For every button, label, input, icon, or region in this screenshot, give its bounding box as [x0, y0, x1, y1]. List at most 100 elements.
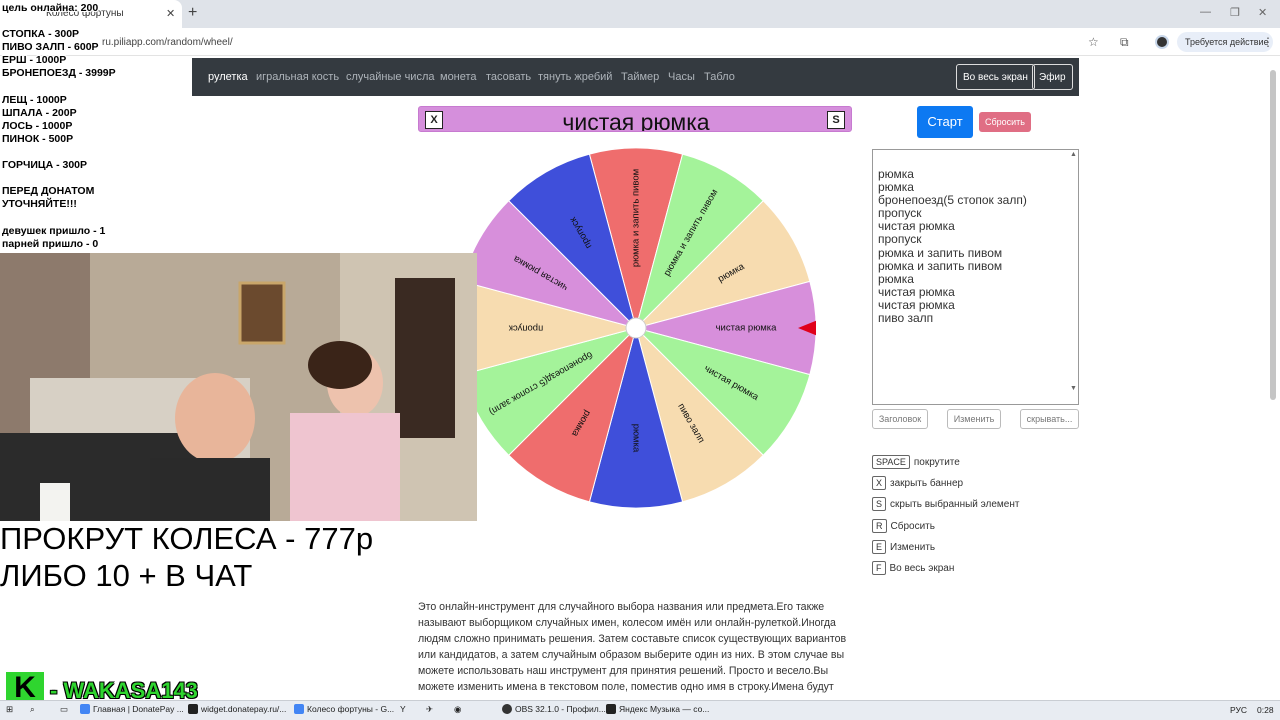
shortcut-row: F Во весь экран — [872, 561, 954, 577]
close-tab-icon[interactable]: ✕ — [166, 7, 175, 20]
reset-button[interactable]: Сбросить — [979, 112, 1031, 132]
name-entry: пропуск — [878, 232, 922, 247]
site-navbar: рулетка игральная кость случайные числа … — [192, 58, 1079, 96]
action-required-button[interactable]: Требуется действие — [1177, 32, 1273, 52]
close-banner-button[interactable]: X — [425, 111, 443, 129]
nav-item-coin[interactable]: монета — [440, 71, 477, 83]
shortcut-label: Во весь экран — [889, 563, 955, 574]
shortcut-row: R Сбросить — [872, 519, 935, 535]
url-text[interactable]: ru.piliapp.com/random/wheel/ — [102, 37, 233, 48]
shortcut-row: Xзакрыть баннер — [872, 476, 963, 492]
overlay-line: ПЕРЕД ДОНАТОМ — [2, 185, 95, 197]
wheel-segment-label: рюмка — [630, 424, 641, 453]
overlay-line: ЛЕЩ - 1000Р — [2, 94, 67, 106]
taskbar-label: Главная | DonatePay ... — [93, 704, 184, 714]
shortcut-row: SPACE покрутите — [872, 455, 960, 471]
bookmark-star-icon[interactable]: ☆ — [1088, 35, 1099, 49]
promo-line-2: ЛИБО 10 + В ЧАТ — [0, 558, 253, 593]
shortcut-row: Sскрыть выбранный элемент — [872, 497, 1019, 513]
promo-line-1: ПРОКРУТ КОЛЕСА - 777р — [0, 521, 374, 556]
edit-button[interactable]: Изменить — [947, 409, 1001, 429]
taskbar-item-donatepay[interactable]: Главная | DonatePay ... — [80, 704, 184, 714]
telegram-icon[interactable]: ✈ — [426, 704, 433, 715]
nav-item-scoreboard[interactable]: Табло — [704, 71, 735, 83]
start-button[interactable]: Старт — [917, 106, 973, 138]
nav-item-clock[interactable]: Часы — [668, 71, 695, 83]
minimize-icon[interactable]: — — [1200, 6, 1211, 18]
profile-avatar[interactable] — [1155, 35, 1169, 49]
nav-item-random-numbers[interactable]: случайные числа — [346, 71, 434, 83]
scroll-up-icon[interactable]: ▲ — [1070, 151, 1077, 158]
scroll-down-icon[interactable]: ▼ — [1070, 385, 1077, 392]
close-window-icon[interactable]: ✕ — [1258, 6, 1267, 19]
shortcut-key: X — [872, 476, 887, 490]
nav-item-roulette[interactable]: рулетка — [208, 71, 248, 83]
result-banner: чистая рюмка X S — [418, 106, 852, 132]
overlay-line: девушек пришло - 1 — [2, 225, 106, 237]
overlay-line: ЛОСЬ - 1000Р — [2, 120, 73, 132]
clock[interactable]: 0:28 — [1257, 705, 1274, 715]
names-list: рюмка рюмка бронепоезд(5 стопок залп) пропу… — [878, 167, 1073, 326]
shortcut-label: скрыть выбранный элемент — [890, 499, 1020, 510]
fortune-wheel[interactable]: рюмка и запить пивом рюмка и запить пивом… — [455, 147, 818, 509]
name-entry: рюмка — [878, 271, 914, 286]
start-menu-icon[interactable]: ⊞ — [6, 704, 13, 715]
overlay-line: ШПАЛА - 200Р — [2, 107, 77, 119]
shortcut-key: R — [872, 519, 887, 533]
nav-item-dice[interactable]: игральная кость — [256, 71, 339, 83]
file-explorer-icon[interactable]: ▭ — [60, 704, 68, 715]
browser-menu-icon[interactable]: ⋮ — [1262, 35, 1274, 49]
overlay-line: ПИВО ЗАЛП - 600Р — [2, 41, 99, 53]
action-required-label: Требуется действие — [1185, 37, 1269, 47]
name-entry: чистая рюмка — [878, 284, 955, 299]
overlay-line: УТОЧНЯЙТЕ!!! — [2, 198, 77, 210]
overlay-line: цель онлайна: 200 — [2, 2, 99, 14]
wheel-segment-label: пропуск — [508, 322, 543, 333]
nav-item-shuffle[interactable]: тасовать — [486, 71, 531, 83]
yandex-music-icon — [606, 704, 616, 714]
taskbar-item-widget[interactable]: widget.donatepay.ru/... — [188, 704, 286, 714]
taskbar-item-yandex-music[interactable]: Яндекс Музыка — со... — [606, 704, 709, 714]
hide-options-button[interactable]: скрывать... — [1020, 409, 1079, 429]
names-textarea[interactable]: рюмка рюмка бронепоезд(5 стопок залп) пропу… — [872, 149, 1079, 405]
overlay-line: ГОРЧИЦА - 300Р — [2, 159, 88, 171]
app-icon — [188, 704, 198, 714]
yandex-icon[interactable]: Y — [400, 704, 406, 714]
taskbar-item-wheel[interactable]: Колесо фортуны - G... — [294, 704, 394, 714]
shortcut-row: E Изменить — [872, 540, 935, 556]
description-text: Это онлайн-инструмент для случайного выб… — [418, 601, 847, 693]
overlay-line: ЕРШ - 1000Р — [2, 54, 67, 66]
shortcut-label: покрутите — [913, 457, 960, 468]
webcam-image — [0, 253, 477, 521]
page-scrollbar[interactable] — [1270, 70, 1276, 400]
taskbar-label: OBS 32.1.0 - Профил... — [515, 704, 606, 714]
nav-item-timer[interactable]: Таймер — [621, 71, 659, 83]
extensions-icon[interactable]: ⧉ — [1120, 35, 1129, 50]
shortcut-key: S — [872, 497, 887, 511]
live-button[interactable]: Эфир — [1032, 64, 1073, 90]
name-entry: рюмка и запить пивом — [878, 258, 1003, 273]
shortcut-key: F — [872, 561, 886, 575]
name-entry: пиво залп — [878, 311, 934, 326]
shortcut-label: Сбросить — [890, 521, 935, 532]
overlay-line: ПИНОК - 500Р — [2, 133, 74, 145]
wheel-segment-label: чистая рюмка — [716, 323, 778, 334]
overlay-line: СТОПКА - 300Р — [2, 28, 80, 40]
steam-icon[interactable]: ◉ — [454, 704, 461, 715]
new-tab-icon[interactable]: + — [188, 4, 197, 22]
nav-item-draw-lots[interactable]: тянуть жребий — [538, 71, 612, 83]
taskbar-label: Колесо фортуны - G... — [307, 704, 395, 714]
search-icon[interactable]: ⌕ — [30, 704, 35, 715]
fullscreen-button[interactable]: Во весь экран — [956, 64, 1035, 90]
obs-icon — [502, 704, 512, 714]
wheel-graphic[interactable]: рюмка и запить пивом рюмка и запить пивом… — [455, 147, 818, 509]
restore-icon[interactable]: ❐ — [1230, 6, 1240, 19]
webcam-feed — [0, 253, 477, 521]
result-title: чистая рюмка — [562, 109, 710, 132]
taskbar-label: Яндекс Музыка — со... — [619, 704, 710, 714]
title-button[interactable]: Заголовок — [872, 409, 928, 429]
shortcut-label: закрыть баннер — [890, 478, 964, 489]
language-indicator[interactable]: РУС — [1230, 705, 1247, 715]
taskbar-item-obs[interactable]: OBS 32.1.0 - Профил... — [502, 704, 606, 714]
hide-item-button[interactable]: S — [827, 111, 845, 129]
